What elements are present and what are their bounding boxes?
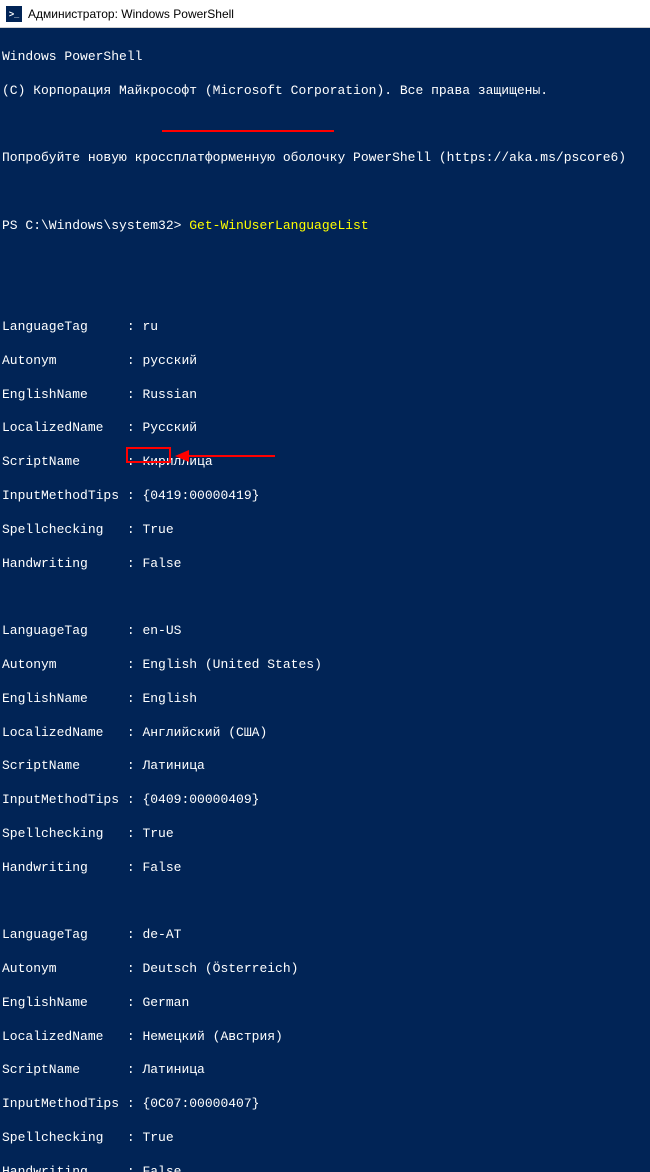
field-value: False: [142, 860, 181, 875]
output-row: InputMethodTips : {0C07:00000407}: [2, 1096, 648, 1113]
field-label: LanguageTag: [2, 319, 88, 334]
window-title: Администратор: Windows PowerShell: [28, 7, 234, 21]
output-row: Handwriting : False: [2, 556, 648, 573]
field-label: Autonym: [2, 961, 57, 976]
blank-line: [2, 252, 648, 269]
field-label: Spellchecking: [2, 826, 103, 841]
field-value: True: [142, 826, 173, 841]
output-row: LocalizedName : Русский: [2, 420, 648, 437]
field-value: Кириллица: [142, 454, 212, 469]
annotation-underline: [162, 130, 334, 132]
command-text: Get-WinUserLanguageList: [189, 218, 368, 233]
field-label: Autonym: [2, 353, 57, 368]
field-label: InputMethodTips: [2, 488, 119, 503]
output-row: EnglishName : German: [2, 995, 648, 1012]
field-value: Английский (США): [142, 725, 267, 740]
field-value: Русский: [142, 420, 197, 435]
titlebar[interactable]: >_ Администратор: Windows PowerShell: [0, 0, 650, 28]
field-value: {0409:00000409}: [142, 792, 259, 807]
field-label: LanguageTag: [2, 623, 88, 638]
field-value: Латиница: [142, 758, 204, 773]
field-label: LocalizedName: [2, 725, 103, 740]
field-value: Russian: [142, 387, 197, 402]
field-value: True: [142, 1130, 173, 1145]
field-value: False: [142, 556, 181, 571]
field-label: LanguageTag: [2, 927, 88, 942]
field-label: Handwriting: [2, 1164, 88, 1172]
output-row: Spellchecking : True: [2, 522, 648, 539]
field-label: Handwriting: [2, 556, 88, 571]
field-value: ru: [142, 319, 158, 334]
output-row: ScriptName : Латиница: [2, 1062, 648, 1079]
field-value: de-AT: [142, 927, 181, 942]
prompt-line: PS C:\Windows\system32> Get-WinUserLangu…: [2, 218, 648, 235]
output-row: ScriptName : Латиница: [2, 758, 648, 775]
output-row: InputMethodTips : {0409:00000409}: [2, 792, 648, 809]
field-value: False: [142, 1164, 181, 1172]
field-value: Deutsch (Österreich): [142, 961, 298, 976]
output-row: Autonym : English (United States): [2, 657, 648, 674]
field-label: EnglishName: [2, 691, 88, 706]
header-line: Попробуйте новую кроссплатформенную обол…: [2, 150, 648, 167]
field-label: Autonym: [2, 657, 57, 672]
field-label: InputMethodTips: [2, 792, 119, 807]
field-label: Spellchecking: [2, 522, 103, 537]
field-value: English: [142, 691, 197, 706]
field-label: Handwriting: [2, 860, 88, 875]
field-label: ScriptName: [2, 758, 80, 773]
powershell-icon: >_: [6, 6, 22, 22]
field-value: German: [142, 995, 189, 1010]
field-value: en-US: [142, 623, 181, 638]
field-label: InputMethodTips: [2, 1096, 119, 1111]
blank-line: [2, 589, 648, 606]
output-row: LanguageTag : en-US: [2, 623, 648, 640]
output-row: LanguageTag : de-AT: [2, 927, 648, 944]
field-label: Spellchecking: [2, 1130, 103, 1145]
output-row: EnglishName : English: [2, 691, 648, 708]
output-row: Autonym : русский: [2, 353, 648, 370]
output-row: ScriptName : Кириллица: [2, 454, 648, 471]
output-row: Spellchecking : True: [2, 1130, 648, 1147]
output-row: LocalizedName : Немецкий (Австрия): [2, 1029, 648, 1046]
blank-line: [2, 184, 648, 201]
field-label: ScriptName: [2, 1062, 80, 1077]
field-value: русский: [142, 353, 197, 368]
field-label: EnglishName: [2, 995, 88, 1010]
field-label: EnglishName: [2, 387, 88, 402]
field-value: {0419:00000419}: [142, 488, 259, 503]
output-row: LanguageTag : ru: [2, 319, 648, 336]
output-row: Autonym : Deutsch (Österreich): [2, 961, 648, 978]
field-label: ScriptName: [2, 454, 80, 469]
field-value: Немецкий (Австрия): [142, 1029, 282, 1044]
header-line: (C) Корпорация Майкрософт (Microsoft Cor…: [2, 83, 648, 100]
output-row: InputMethodTips : {0419:00000419}: [2, 488, 648, 505]
field-value: True: [142, 522, 173, 537]
field-value: {0C07:00000407}: [142, 1096, 259, 1111]
field-label: LocalizedName: [2, 420, 103, 435]
output-row: LocalizedName : Английский (США): [2, 725, 648, 742]
field-value: English (United States): [142, 657, 321, 672]
prompt-path: PS C:\Windows\system32>: [2, 218, 189, 233]
field-label: LocalizedName: [2, 1029, 103, 1044]
terminal-output[interactable]: Windows PowerShell (C) Корпорация Майкро…: [0, 28, 650, 1172]
output-row: Spellchecking : True: [2, 826, 648, 843]
field-value: Латиница: [142, 1062, 204, 1077]
blank-line: [2, 893, 648, 910]
header-line: Windows PowerShell: [2, 49, 648, 66]
output-row: EnglishName : Russian: [2, 387, 648, 404]
blank-line: [2, 285, 648, 302]
output-row: Handwriting : False: [2, 1164, 648, 1172]
output-row: Handwriting : False: [2, 860, 648, 877]
